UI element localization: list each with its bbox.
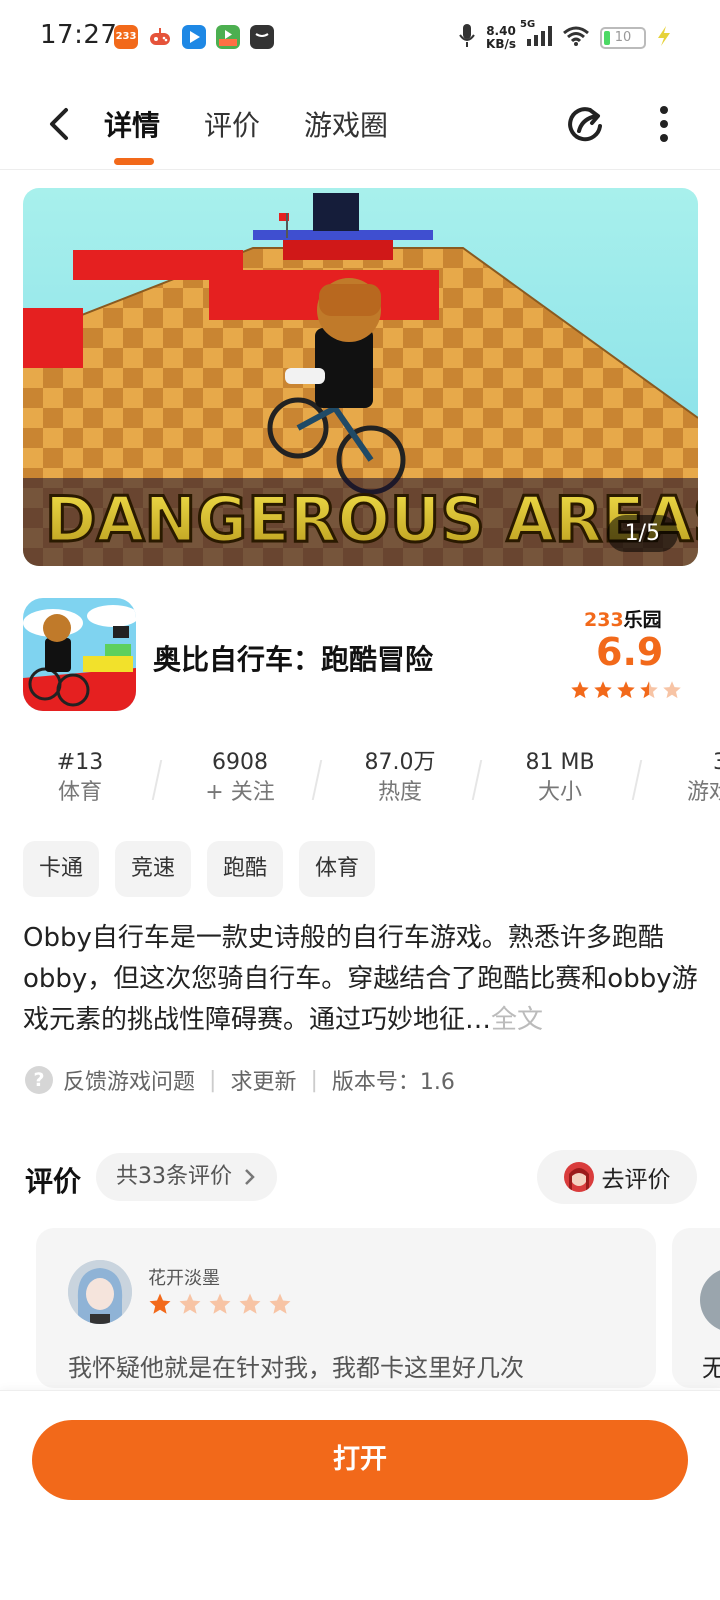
message-app-icon — [250, 25, 274, 49]
star-icon — [594, 681, 612, 699]
star-icon — [571, 681, 589, 699]
tag-item[interactable]: 卡通 — [23, 841, 100, 897]
chevron-left-icon — [50, 108, 68, 140]
more-vertical-icon — [660, 106, 668, 142]
233-icon: 233 — [114, 25, 138, 49]
review-stars — [148, 1292, 292, 1316]
cellular-signal-icon: 5G — [520, 19, 552, 51]
reviewer-avatar — [700, 1268, 720, 1332]
tag-item[interactable]: 竞速 — [115, 841, 192, 897]
open-game-button[interactable]: 打开 — [32, 1420, 688, 1500]
banner-caption: DANGEROUS AREAS — [45, 483, 698, 556]
stat-follow[interactable]: 6908 + 关注 — [160, 748, 320, 808]
share-icon — [568, 107, 602, 142]
game-controller-icon — [148, 25, 172, 49]
stat-game-reviews[interactable]: 3游戏评 — [640, 748, 720, 808]
tag-item[interactable]: 体育 — [299, 841, 376, 897]
star-icon — [617, 681, 635, 699]
help-icon: ? — [25, 1066, 53, 1094]
game-score: 6.9 — [596, 630, 664, 674]
review-card[interactable]: 花开淡墨 我怀疑他就是在针对我，我都卡这里好几次 — [36, 1228, 656, 1388]
star-icon — [239, 1293, 261, 1314]
status-time: 17:27 — [40, 20, 118, 50]
game-screenshot-image: DANGEROUS AREAS — [23, 188, 698, 566]
video-app-icon — [216, 25, 240, 49]
star-icon — [640, 681, 658, 699]
review-text: 无 — [702, 1354, 720, 1382]
stat-popularity: 87.0万 热度 — [364, 750, 436, 805]
microphone-icon — [458, 23, 476, 53]
wifi-icon — [562, 25, 590, 51]
status-bar: 17:27 233 8.40 KB/s 5G 10 — [0, 0, 720, 76]
review-text: 我怀疑他就是在针对我，我都卡这里好几次 — [68, 1354, 524, 1382]
tab-reviews[interactable]: 评价 — [204, 104, 260, 144]
meta-row: ? 反馈游戏问题 | 求更新 | 版本号：1.6 — [25, 1062, 455, 1098]
reviewer-avatar — [68, 1260, 132, 1324]
battery-icon: 10 — [600, 27, 646, 49]
share-button[interactable] — [564, 102, 608, 146]
star-icon — [149, 1293, 171, 1314]
platform-brand: 233乐园 — [584, 609, 662, 631]
star-icon — [209, 1293, 231, 1314]
screenshot-banner[interactable]: DANGEROUS AREAS 1/5 — [23, 188, 698, 566]
more-button[interactable] — [650, 104, 678, 144]
expand-description-link[interactable]: 全文 — [491, 1005, 543, 1035]
play-store-icon — [182, 25, 206, 49]
review-count-button[interactable]: 共33条评价 — [96, 1153, 277, 1201]
tab-game-circle[interactable]: 游戏圈 — [304, 104, 388, 144]
game-title: 奥比自行车：跑酷冒险 — [153, 643, 434, 676]
tab-details[interactable]: 详情 — [104, 104, 160, 144]
game-stats: #13体育 6908+ 关注 87.0万热度 81 MB大小 3游戏评 — [0, 748, 720, 818]
back-button[interactable] — [40, 102, 80, 146]
reviewer-name: 花开淡墨 — [148, 1268, 220, 1289]
game-description: Obby自行车是一款史诗般的自行车游戏。熟悉许多跑酷obby，但这次您骑自行车。… — [23, 923, 698, 1035]
star-icon — [179, 1293, 201, 1314]
review-card[interactable]: 无 — [672, 1228, 720, 1388]
network-speed: 8.40 KB/s — [486, 24, 516, 51]
star-icon — [663, 681, 681, 699]
active-tab-indicator — [114, 158, 154, 165]
request-update-link[interactable]: 求更新 — [230, 1064, 296, 1096]
feedback-link[interactable]: 反馈游戏问题 — [63, 1064, 195, 1096]
write-review-button[interactable]: 去评价 — [537, 1150, 697, 1204]
charging-icon — [656, 25, 672, 51]
banner-page-counter: 1/5 — [606, 515, 678, 552]
game-app-icon — [23, 598, 136, 711]
rating-stars — [570, 680, 682, 700]
reviews-heading: 评价 — [25, 1165, 82, 1198]
star-icon — [269, 1293, 291, 1314]
version-label: 版本号：1.6 — [331, 1070, 455, 1095]
tag-list: 卡通 竞速 跑酷 体育 — [23, 841, 376, 897]
stat-size: 81 MB 大小 — [525, 750, 595, 805]
stat-rank: #13 体育 — [56, 750, 104, 805]
chevron-right-icon — [245, 1169, 255, 1185]
top-nav: 详情 评价 游戏圈 — [0, 80, 720, 170]
user-avatar — [563, 1162, 594, 1192]
tag-item[interactable]: 跑酷 — [207, 841, 284, 897]
